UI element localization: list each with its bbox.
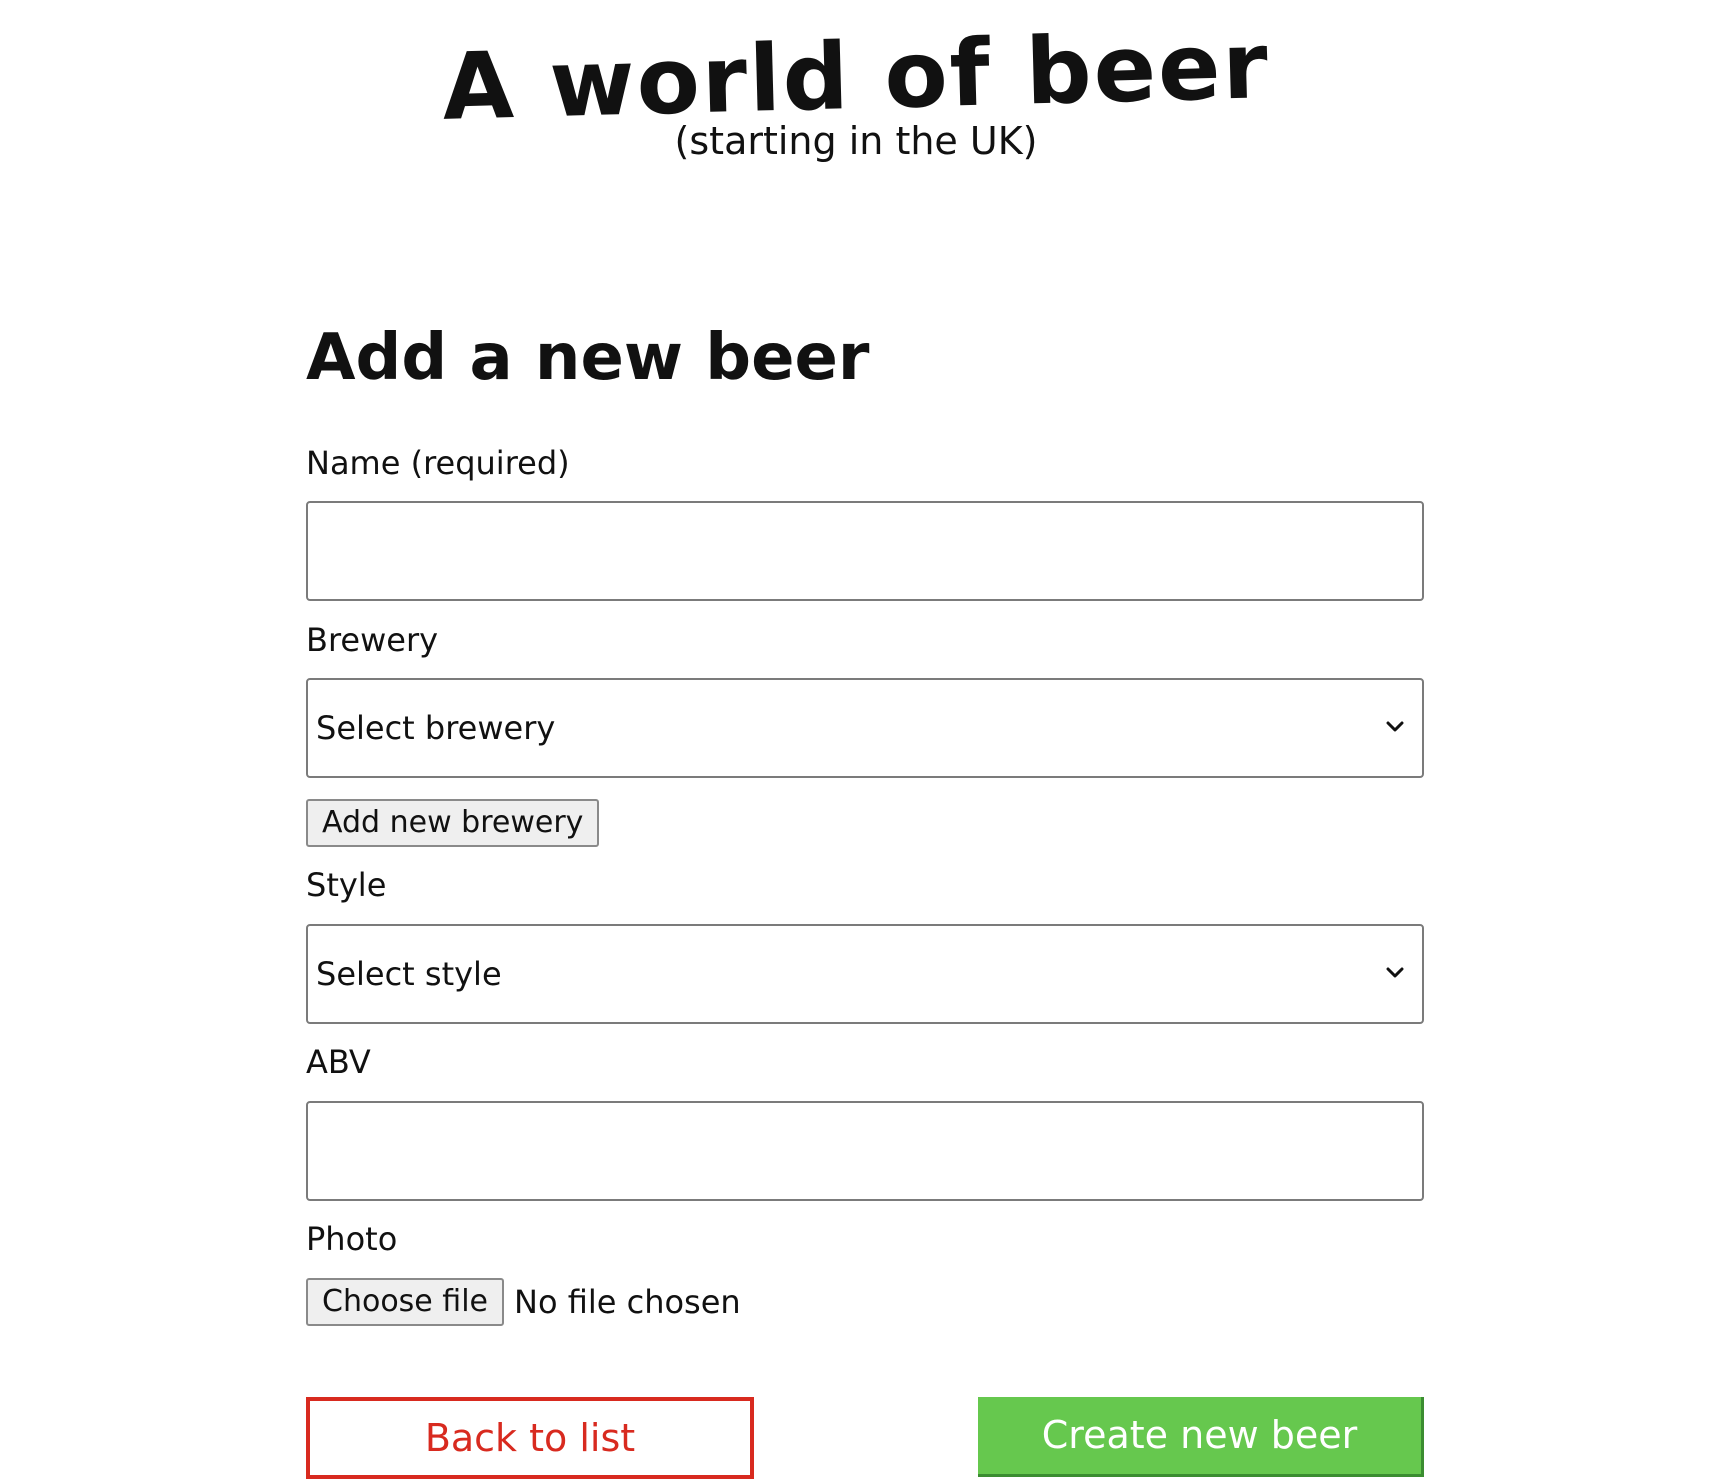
style-select-value: Select style [316,955,502,993]
file-status: No file chosen [514,1283,741,1321]
choose-file-button[interactable]: Choose file [306,1278,504,1326]
name-input[interactable] [306,501,1424,601]
style-label: Style [306,866,387,904]
chevron-down-icon [1386,721,1404,732]
abv-input[interactable] [306,1101,1424,1201]
photo-label: Photo [306,1220,398,1258]
brewery-label: Brewery [306,621,439,659]
style-select[interactable]: Select style [306,924,1424,1024]
chevron-down-icon [1386,967,1404,978]
name-label: Name (required) [306,444,570,482]
page-title: Add a new beer [306,321,870,395]
back-to-list-button[interactable]: Back to list [306,1397,754,1479]
add-brewery-button[interactable]: Add new brewery [306,799,600,847]
brewery-select-value: Select brewery [316,709,556,747]
site-subtitle: (starting in the UK) [674,119,1038,163]
brewery-select[interactable]: Select brewery [306,678,1424,778]
create-beer-button[interactable]: Create new beer [978,1397,1424,1477]
abv-label: ABV [306,1043,371,1081]
